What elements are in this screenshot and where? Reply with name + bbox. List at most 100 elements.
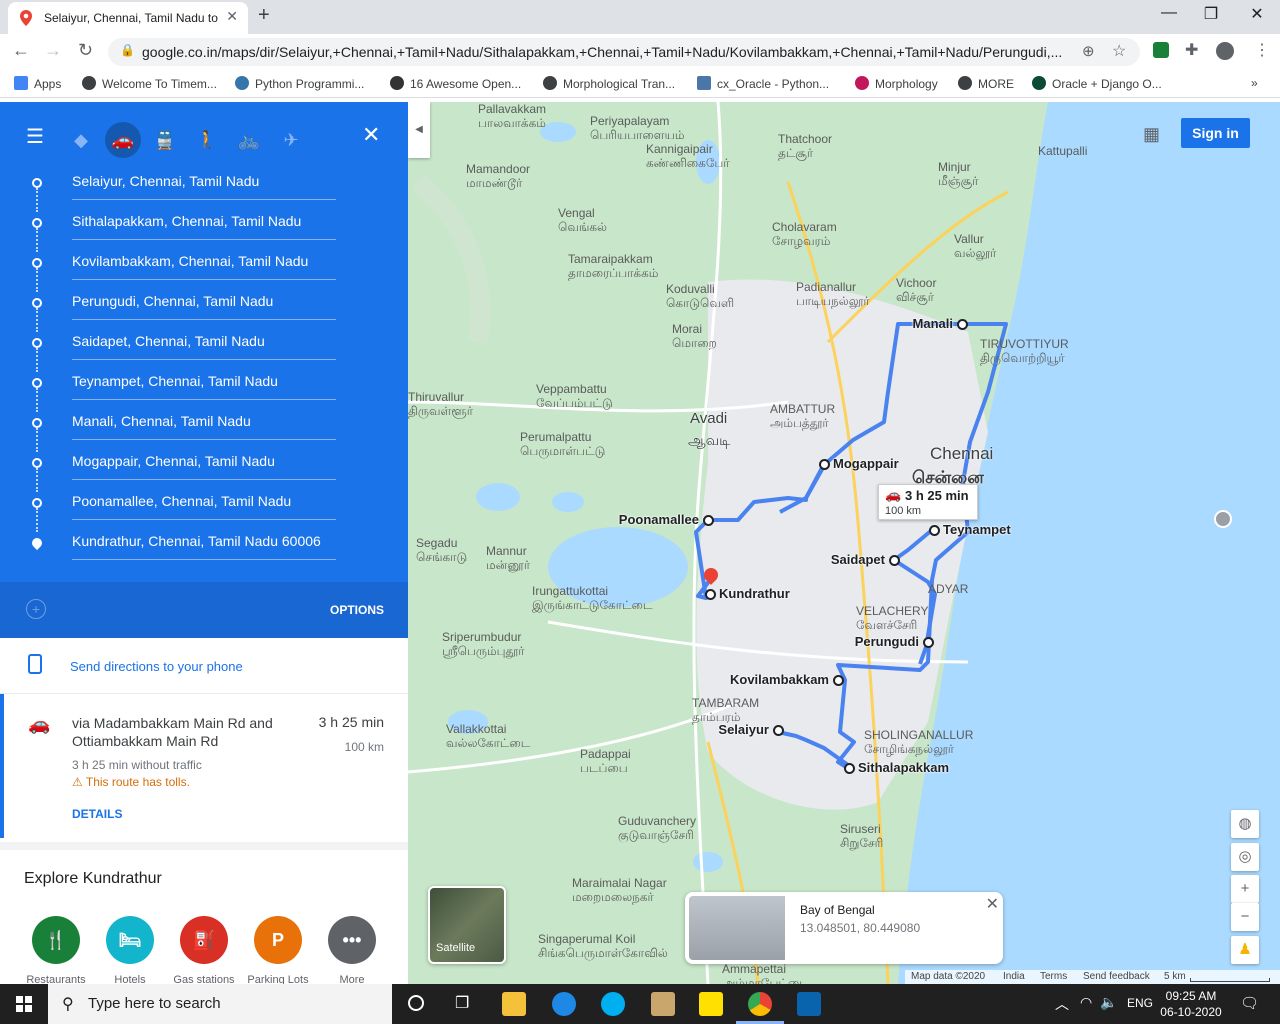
forward-icon[interactable]: → — [44, 40, 62, 61]
route-marker-manali[interactable] — [957, 319, 968, 330]
add-icon[interactable]: ⊕ — [1082, 42, 1095, 60]
restore-icon[interactable]: ❐ — [1188, 4, 1234, 24]
transit-mode-icon[interactable]: 🚆 — [147, 122, 183, 158]
back-icon[interactable]: ← — [12, 40, 30, 61]
waypoint-input[interactable]: Teynampet, Chennai, Tamil Nadu — [72, 370, 336, 400]
route-marker-teynampet[interactable] — [929, 525, 940, 536]
explore-button-restaurants[interactable]: 🍴 — [32, 916, 80, 964]
route-marker-poonamallee[interactable] — [703, 515, 714, 526]
info-card[interactable]: Bay of Bengal 13.048501, 80.449080 ✕ — [685, 892, 1003, 964]
profile-avatar-icon[interactable] — [1216, 42, 1234, 60]
bookmark-item[interactable]: Python Programmi... — [235, 76, 364, 91]
bookmarks-overflow-icon[interactable]: » — [1251, 76, 1258, 90]
reload-icon[interactable]: ↻ — [78, 40, 93, 61]
send-to-phone-row[interactable]: Send directions to your phone — [0, 638, 408, 694]
new-tab-icon[interactable]: + — [258, 4, 270, 27]
show-hidden-icons[interactable]: ︿ — [1055, 994, 1069, 1014]
waypoint-input[interactable]: Kovilambakkam, Chennai, Tamil Nadu — [72, 250, 336, 280]
send-to-phone-link[interactable]: Send directions to your phone — [70, 659, 243, 674]
zoom-out-button[interactable]: − — [1231, 903, 1259, 931]
waypoint-input[interactable]: Manali, Chennai, Tamil Nadu — [72, 410, 336, 440]
browser-tab[interactable]: Selaiyur, Chennai, Tamil Nadu to ✕ — [8, 2, 248, 34]
route-option[interactable]: 🚗 via Madambakkam Main Rd and Ottiambakk… — [0, 694, 408, 838]
file-explorer-icon[interactable] — [502, 992, 526, 1016]
sticky-notes-icon[interactable] — [699, 992, 723, 1016]
driving-mode-icon[interactable]: 🚗 — [105, 122, 141, 158]
extension-icon[interactable] — [1153, 42, 1169, 58]
route-marker-kundrathur[interactable] — [705, 589, 716, 600]
cortana-icon[interactable] — [408, 995, 424, 1011]
flight-mode-icon[interactable]: ✈ — [273, 122, 309, 158]
globe-icon[interactable]: ◍ — [1231, 810, 1259, 838]
google-apps-icon[interactable]: ▦ — [1143, 124, 1160, 145]
send-feedback-link[interactable]: Send feedback — [1083, 971, 1150, 982]
system-clock[interactable]: 09:25 AM 06-10-2020 — [1156, 988, 1226, 1020]
explore-button-more[interactable]: ••• — [328, 916, 376, 964]
minimize-icon[interactable]: — — [1146, 4, 1192, 22]
waypoint-input[interactable]: Poonamallee, Chennai, Tamil Nadu — [72, 490, 336, 520]
waypoint-input[interactable]: Saidapet, Chennai, Tamil Nadu — [72, 330, 336, 360]
notifications-icon[interactable]: 🗨 — [1240, 994, 1259, 1012]
route-marker-kovilambakkam[interactable] — [833, 675, 844, 686]
waypoint-input[interactable]: Selaiyur, Chennai, Tamil Nadu — [72, 170, 336, 200]
bookmark-item[interactable]: 16 Awesome Open... — [390, 76, 521, 91]
outlook-icon[interactable] — [797, 992, 821, 1016]
waypoint-input[interactable]: Mogappair, Chennai, Tamil Nadu — [72, 450, 336, 480]
bookmark-item[interactable]: MORE — [958, 76, 1014, 91]
bookmark-item[interactable]: Oracle + Django O... — [1032, 76, 1162, 91]
bookmark-item[interactable]: cx_Oracle - Python... — [697, 76, 829, 91]
my-location-icon[interactable]: ◎ — [1231, 843, 1259, 871]
india-link[interactable]: India — [1003, 971, 1025, 982]
menu-icon[interactable]: ☰ — [26, 124, 44, 149]
route-details-button[interactable]: DETAILS — [72, 807, 122, 821]
waypoint-input[interactable]: Sithalapakkam, Chennai, Tamil Nadu — [72, 210, 336, 240]
route-distance: 100 km — [344, 740, 384, 754]
satellite-toggle[interactable]: Satellite — [428, 886, 506, 964]
route-marker-mogappair[interactable] — [819, 459, 830, 470]
cycling-mode-icon[interactable]: 🚲 — [231, 122, 267, 158]
tab-close-icon[interactable]: ✕ — [226, 8, 238, 25]
route-marker-sithalapakkam[interactable] — [844, 763, 855, 774]
volume-icon[interactable]: 🔈 — [1100, 994, 1117, 1011]
windows-start-icon[interactable] — [16, 996, 32, 1012]
options-button[interactable]: OPTIONS — [330, 603, 384, 617]
walking-mode-icon[interactable]: 🚶 — [189, 122, 225, 158]
route-marker-perungudi[interactable] — [923, 637, 934, 648]
extensions-puzzle-icon[interactable]: ✚ — [1185, 40, 1198, 60]
edge-icon[interactable] — [552, 992, 576, 1016]
address-bar[interactable]: 🔒 google.co.in/maps/dir/Selaiyur,+Chenna… — [108, 38, 1140, 66]
star-icon[interactable]: ☆ — [1112, 41, 1126, 61]
window-close-icon[interactable]: ✕ — [1234, 4, 1280, 24]
waypoint-input[interactable]: Kundrathur, Chennai, Tamil Nadu 60006 — [72, 530, 336, 560]
location-pin-icon[interactable] — [1214, 510, 1232, 528]
map-canvas[interactable]: ◀ ▦ Sign in Pallavakkam பாலவாக்கம் Periyap… — [408, 102, 1280, 984]
app-icon[interactable] — [651, 992, 675, 1016]
task-view-icon[interactable]: ❐ — [455, 993, 469, 1013]
route-marker-saidapet[interactable] — [889, 555, 900, 566]
collapse-panel-button[interactable]: ◀ — [408, 102, 430, 158]
bookmark-apps[interactable]: Apps — [14, 76, 61, 91]
route-info-box[interactable]: 🚗 3 h 25 min 100 km — [878, 484, 978, 520]
terms-link[interactable]: Terms — [1040, 971, 1067, 982]
waypoint-input[interactable]: Perungudi, Chennai, Tamil Nadu — [72, 290, 336, 320]
close-card-icon[interactable]: ✕ — [986, 894, 999, 914]
route-marker-selaiyur[interactable] — [773, 725, 784, 736]
bookmark-item[interactable]: Morphological Tran... — [543, 76, 675, 91]
zoom-in-button[interactable]: + — [1231, 875, 1259, 903]
bookmark-item[interactable]: Welcome To Timem... — [82, 76, 217, 91]
close-directions-icon[interactable]: ✕ — [362, 122, 380, 148]
best-route-icon[interactable]: ◆ — [63, 122, 99, 158]
taskbar-search[interactable]: ⚲ Type here to search — [48, 984, 392, 1024]
language-indicator[interactable]: ENG — [1127, 996, 1153, 1010]
chrome-icon[interactable] — [748, 992, 772, 1016]
skype-icon[interactable] — [601, 992, 625, 1016]
network-icon[interactable]: ◠ — [1080, 994, 1092, 1011]
explore-button-parking-lots[interactable]: P — [254, 916, 302, 964]
pegman-icon[interactable]: ♟ — [1231, 936, 1259, 964]
sign-in-button[interactable]: Sign in — [1181, 118, 1250, 148]
explore-button-hotels[interactable]: 🛏 — [106, 916, 154, 964]
explore-button-gas-stations[interactable]: ⛽ — [180, 916, 228, 964]
add-destination-icon[interactable]: + — [26, 599, 46, 619]
browser-menu-icon[interactable]: ⋮ — [1254, 40, 1270, 60]
bookmark-item[interactable]: Morphology — [855, 76, 938, 91]
